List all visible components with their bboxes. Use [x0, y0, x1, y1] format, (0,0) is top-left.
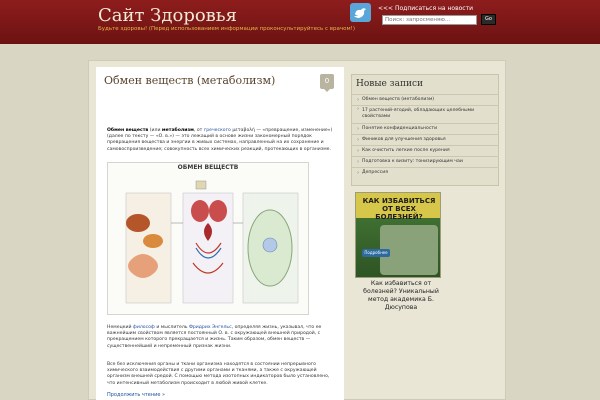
recent-posts-list: Обмен веществ (метаболизм) 17 растений-я… — [351, 94, 499, 178]
list-item[interactable]: Фиников для улучшения здоровья — [351, 134, 499, 145]
site-header: Сайт Здоровья Будьте здоровы! (Перед исп… — [0, 0, 600, 44]
list-item[interactable]: Депрессия — [351, 167, 499, 178]
ad-title: КАК ИЗБАВИТЬСЯ ОТ ВСЕХ БОЛЕЗНЕЙ? — [362, 197, 436, 221]
list-item[interactable]: Понятие конфиденциальности — [351, 123, 499, 134]
recent-posts-heading: Новые записи — [356, 79, 423, 89]
search-button[interactable]: Go — [481, 14, 496, 25]
read-more-link[interactable]: Продолжить чтение » — [107, 392, 165, 398]
text: (или — [149, 128, 161, 133]
link-greek[interactable]: греческого — [204, 128, 231, 133]
post-paragraph-1: Обмен веществ (или метаболизм, от гречес… — [107, 128, 335, 153]
ad-banner[interactable]: КАК ИЗБАВИТЬСЯ ОТ ВСЕХ БОЛЕЗНЕЙ? Подробн… — [355, 192, 441, 278]
list-item[interactable]: 17 растений-ягодий, обладающих целебными… — [351, 105, 499, 123]
rss-subscribe-link[interactable]: <<< Подписаться на новости — [378, 5, 473, 12]
site-description: Будьте здоровы! (Перед использованием ин… — [98, 26, 356, 32]
ad-details-button[interactable]: Подробнее — [362, 249, 390, 257]
list-item[interactable]: Обмен веществ (метаболизм) — [351, 94, 499, 105]
link-engels[interactable]: Фридрих Энгельс — [189, 325, 232, 330]
link-philosopher[interactable]: философ — [133, 325, 155, 330]
list-item[interactable]: Как очистить легкие после курения — [351, 145, 499, 156]
term-bold: Обмен веществ — [107, 128, 149, 133]
twitter-icon[interactable] — [350, 3, 371, 22]
list-item[interactable]: Подготовка к визиту: тонизирующим чаи — [351, 156, 499, 167]
text: и мыслитель — [156, 325, 188, 330]
post-paragraph-3: Все без исключения органы и ткани органи… — [107, 362, 330, 386]
search-input[interactable] — [382, 15, 477, 25]
post-paragraph-2: Немецкий философ и мыслитель Фридрих Энг… — [107, 325, 335, 350]
site-title[interactable]: Сайт Здоровья — [98, 5, 237, 26]
post-title[interactable]: Обмен веществ (метаболизм) — [104, 74, 275, 87]
comment-count-badge[interactable]: 0 — [320, 74, 334, 92]
metabolism-diagram: ОБМЕН ВЕЩЕСТВ — [107, 162, 309, 315]
term-bold: метаболизм — [161, 128, 194, 133]
text: Немецкий — [107, 325, 132, 330]
ad-caption-link[interactable]: Как избавиться от болезней? Уникальный м… — [355, 280, 447, 312]
text: , от — [193, 128, 203, 133]
